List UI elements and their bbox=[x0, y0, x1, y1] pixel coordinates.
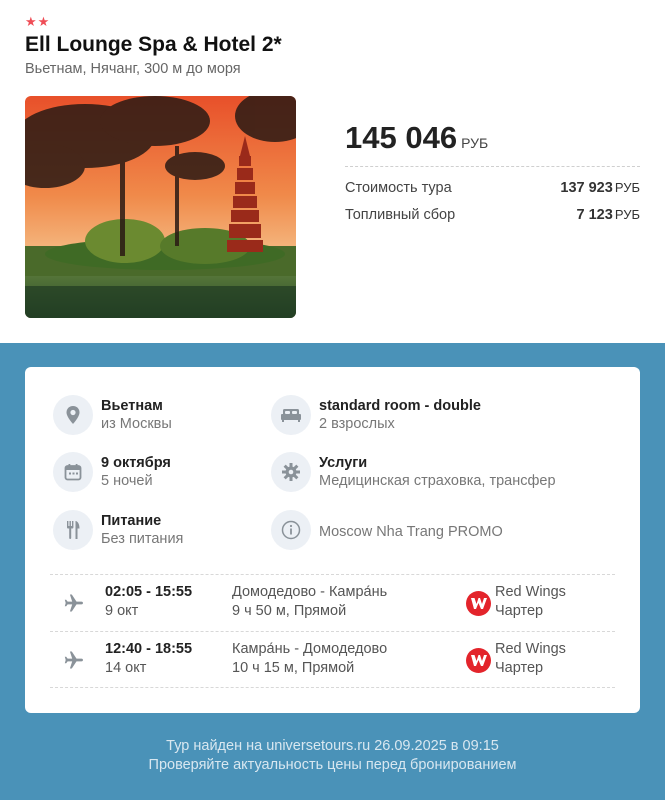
bed-icon bbox=[271, 395, 311, 435]
dates-title: 9 октября bbox=[101, 455, 171, 471]
hotel-photo[interactable] bbox=[25, 96, 296, 318]
destination-title: Вьетнам bbox=[101, 398, 163, 414]
price-row-value: 137 923 bbox=[560, 180, 613, 196]
flight-row-outbound[interactable]: 02:05 - 15:55 9 окт Домодедово - Камра́н… bbox=[50, 574, 615, 631]
red-wings-logo-icon bbox=[466, 591, 491, 616]
services-subtitle: Медицинская страховка, трансфер bbox=[319, 473, 556, 489]
flight-duration: 10 ч 15 м, Прямой bbox=[232, 660, 355, 676]
red-wings-logo-icon bbox=[466, 648, 491, 673]
airplane-icon bbox=[64, 651, 84, 674]
flight-type: Чартер bbox=[495, 660, 544, 676]
meals-title: Питание bbox=[101, 513, 162, 529]
flight-type: Чартер bbox=[495, 603, 544, 619]
price-row-value: 7 123 bbox=[576, 207, 613, 223]
info-icon[interactable] bbox=[271, 510, 311, 550]
flight-date: 14 окт bbox=[105, 660, 147, 676]
airline-name: Red Wings bbox=[495, 584, 566, 600]
room-title: standard room - double bbox=[319, 398, 481, 414]
airplane-icon bbox=[64, 594, 84, 617]
tour-details-card: Вьетнам из Москвы standard room - double… bbox=[25, 367, 640, 713]
hotel-header: ★★ Ell Lounge Spa & Hotel 2* Вьетнам, Ня… bbox=[0, 0, 665, 343]
meals-info: Питание Без питания bbox=[53, 510, 183, 550]
destination-subtitle: из Москвы bbox=[101, 416, 172, 432]
meals-subtitle: Без питания bbox=[101, 531, 184, 547]
hotel-location: Вьетнам, Нячанг, 300 м до моря bbox=[25, 61, 241, 77]
total-price-currency: РУБ bbox=[461, 135, 489, 151]
price-row-tour: Стоимость тура 137 923 РУБ bbox=[345, 180, 640, 196]
price-row-fuel: Топливный сбор 7 123 РУБ bbox=[345, 207, 640, 223]
room-info: standard room - double 2 взрослых bbox=[271, 395, 481, 435]
services-info: Услуги Медицинская страховка, трансфер bbox=[271, 452, 556, 492]
flight-route: Домодедово - Камра́нь bbox=[232, 584, 388, 600]
dates-subtitle: 5 ночей bbox=[101, 473, 153, 489]
promo-text: Moscow Nha Trang PROMO bbox=[319, 524, 503, 540]
flights-list: 02:05 - 15:55 9 окт Домодедово - Камра́н… bbox=[50, 574, 615, 688]
flight-row-return[interactable]: 12:40 - 18:55 14 окт Камра́нь - Домодедо… bbox=[50, 631, 615, 688]
promo-info: Moscow Nha Trang PROMO bbox=[271, 510, 503, 550]
services-title: Услуги bbox=[319, 455, 368, 471]
flight-time: 02:05 - 15:55 bbox=[105, 584, 193, 600]
price-row-currency: РУБ bbox=[614, 207, 640, 222]
calendar-icon bbox=[53, 452, 93, 492]
footer-check-text: Проверяйте актуальность цены перед брони… bbox=[148, 757, 517, 773]
gear-icon bbox=[271, 452, 311, 492]
total-price-value: 145 046 bbox=[345, 120, 458, 155]
airline-name: Red Wings bbox=[495, 641, 566, 657]
total-price: 145 046 РУБ bbox=[345, 120, 488, 156]
star-rating: ★★ bbox=[25, 14, 51, 29]
hotel-name[interactable]: Ell Lounge Spa & Hotel 2* bbox=[25, 33, 282, 57]
flight-duration: 9 ч 50 м, Прямой bbox=[232, 603, 347, 619]
dates-info: 9 октября 5 ночей bbox=[53, 452, 171, 492]
price-divider bbox=[345, 166, 640, 167]
price-row-currency: РУБ bbox=[614, 180, 640, 195]
flight-route: Камра́нь - Домодедово bbox=[232, 641, 388, 657]
flight-time: 12:40 - 18:55 bbox=[105, 641, 193, 657]
tour-details-section: Вьетнам из Москвы standard room - double… bbox=[0, 343, 665, 800]
room-subtitle: 2 взрослых bbox=[319, 416, 395, 432]
fork-knife-icon bbox=[53, 510, 93, 550]
flight-date: 9 окт bbox=[105, 603, 139, 619]
destination-info: Вьетнам из Москвы bbox=[53, 395, 172, 435]
footer-found-text: Тур найден на universetours.ru 26.09.202… bbox=[166, 738, 499, 754]
price-row-label: Топливный сбор bbox=[345, 207, 456, 223]
price-row-label: Стоимость тура bbox=[345, 180, 452, 196]
location-pin-icon bbox=[53, 395, 93, 435]
